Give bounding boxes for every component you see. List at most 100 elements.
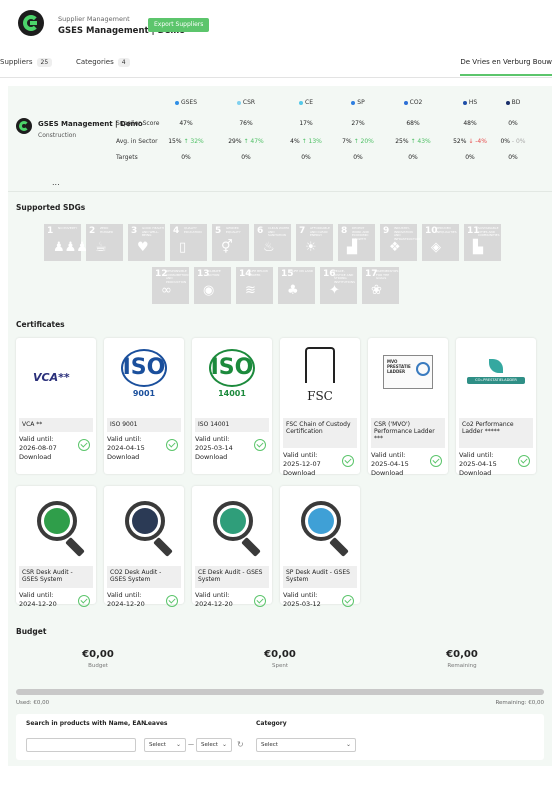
row-label-supplier-score: Supplier Score <box>116 120 160 127</box>
sdg-number: 6 <box>257 226 264 236</box>
verified-check-icon <box>254 595 266 607</box>
more-ellipsis[interactable]: ... <box>52 178 60 187</box>
certificate-name: FSC Chain of Custody Certification <box>283 418 357 448</box>
certificate-card[interactable]: CSR Desk Audit - GSES System Valid until:… <box>16 486 96 608</box>
sdg-tile-10[interactable]: 10 REDUCED INEQUALITIES ◈ <box>422 224 459 261</box>
reset-icon[interactable]: ↻ <box>237 740 244 749</box>
export-suppliers-button[interactable]: Export Suppliers <box>148 18 210 32</box>
certificate-card[interactable]: CO₂-PRESTATIELADDER Co2 Performance Ladde… <box>456 338 536 477</box>
delta-arrow-icon: ↓ <box>466 138 476 145</box>
row-label-targets: Targets <box>116 154 138 161</box>
sdg-number: 1 <box>47 226 54 236</box>
download-link[interactable]: Download <box>371 469 403 478</box>
legend-dot <box>462 100 467 105</box>
valid-until-date: 2024-04-15 <box>107 444 145 452</box>
sdg-tile-13[interactable]: 13 CLIMATE ACTION ◉ <box>194 267 231 304</box>
heartbeat-icon: ♥ <box>137 240 149 255</box>
valid-until-label: Valid until: <box>283 591 318 599</box>
sdg-label: PARTNERSHIPS FOR THE GOALS <box>376 269 399 280</box>
sdg-tile-14[interactable]: 14 LIFE BELOW WATER ≋ <box>236 267 273 304</box>
tab-categories-label: Categories <box>76 58 114 66</box>
sdg-tile-17[interactable]: 17 PARTNERSHIPS FOR THE GOALS ❀ <box>362 267 399 304</box>
supplier-score-cell: 47% <box>179 120 193 127</box>
top-bar: Supplier Management GSES Management | De… <box>0 0 552 44</box>
company-sector: Construction <box>38 132 77 139</box>
sdg-title: Supported SDGs <box>16 203 86 212</box>
avg-value: 15% <box>168 138 182 145</box>
company-logo <box>16 118 32 134</box>
valid-until-label: Valid until: <box>19 435 54 443</box>
certificate-name: CE Desk Audit - GSES System <box>195 566 269 588</box>
verified-check-icon <box>430 455 442 467</box>
leaves-from-select[interactable]: Select ⌄ <box>144 738 186 752</box>
sdg-tile-16[interactable]: 16 PEACE, JUSTICE AND STRONG INSTITUTIONS… <box>320 267 357 304</box>
tab-suppliers[interactable]: Suppliers 25 <box>0 58 53 67</box>
legend-dot <box>351 100 356 105</box>
certificate-card[interactable]: VCA** VCA ** Valid until: 2026-08-07 Downloa… <box>16 338 96 474</box>
sdg-tile-5[interactable]: 5 GENDER EQUALITY ⚥ <box>212 224 249 261</box>
target-cell: 0% <box>181 154 191 161</box>
categories-count-badge: 4 <box>117 58 130 67</box>
tab-categories[interactable]: Categories 4 <box>76 58 130 67</box>
certificate-card[interactable]: ISO 9001 ISO 9001 Valid until: 2024-04-15 Dow… <box>104 338 184 474</box>
verified-check-icon <box>166 439 178 451</box>
sdg-tile-3[interactable]: 3 GOOD HEALTH AND WELL-BEING ♥ <box>128 224 165 261</box>
download-link[interactable]: Download <box>283 469 315 478</box>
equal-icon: ◈ <box>431 240 441 255</box>
audit-seal-ring <box>308 508 334 534</box>
sdg-tile-4[interactable]: 4 QUALITY EDUCATION ▯ <box>170 224 207 261</box>
download-link[interactable]: Download <box>107 453 139 462</box>
certificate-card[interactable]: FSC FSC Chain of Custody Certification Val… <box>280 338 360 477</box>
sdg-tile-6[interactable]: 6 CLEAN WATER AND SANITATION ♨ <box>254 224 291 261</box>
audit-seal-ring <box>132 508 158 534</box>
legend-dot <box>174 100 179 105</box>
search-input[interactable] <box>26 738 136 752</box>
valid-until-date: 2025-03-14 <box>195 444 233 452</box>
category-select[interactable]: Select ⌄ <box>256 738 356 752</box>
certificate-card[interactable]: SP Desk Audit - GSES System Valid until: 2… <box>280 486 360 608</box>
certificate-card[interactable]: ISO 14001 ISO 14001 Valid until: 2025-03-14 D… <box>192 338 272 474</box>
sdg-tile-15[interactable]: 15 LIFE ON LAND ♣ <box>278 267 315 304</box>
spent-value: €0,00 <box>264 649 296 660</box>
column-header-label: CO2 <box>409 99 423 106</box>
audit-seal-ring <box>220 508 246 534</box>
leaves-label: Leaves <box>144 720 168 727</box>
valid-until-date: 2026-08-07 <box>19 444 57 452</box>
co2-audit-logo <box>107 489 181 563</box>
tab-active-supplier[interactable]: De Vries en Verburg Bouw <box>460 58 552 76</box>
certificate-card[interactable]: MVO PRESTATIE LADDER CSR ('MVO') Performa… <box>368 338 448 477</box>
leaves-separator: — <box>188 741 194 748</box>
certificate-name: SP Desk Audit - GSES System <box>283 566 357 588</box>
delta-value: 13% <box>308 138 322 145</box>
gender-icon: ⚥ <box>221 240 233 255</box>
infinity-icon: ∞ <box>161 283 172 298</box>
sdg-tile-9[interactable]: 9 INDUSTRY, INNOVATION AND INFRASTRUCTURE… <box>380 224 421 261</box>
verified-check-icon <box>342 595 354 607</box>
sdg-tile-7[interactable]: 7 AFFORDABLE AND CLEAN ENERGY ☀ <box>296 224 333 261</box>
sdg-tile-11[interactable]: 11 SUSTAINABLE CITIES AND COMMUNITIES ▙ <box>464 224 501 261</box>
sdg-tile-12[interactable]: 12 RESPONSIBLE CONSUMPTION AND PRODUCTION… <box>152 267 189 304</box>
certificate-card[interactable]: CE Desk Audit - GSES System Valid until: 2… <box>192 486 272 608</box>
target-cell: 0% <box>241 154 251 161</box>
budget-value: €0,00 <box>82 649 114 660</box>
remaining-label: Remaining <box>447 663 477 669</box>
column-header-ce: CE <box>281 99 331 106</box>
download-link[interactable]: Download <box>459 469 491 478</box>
magnifier-icon <box>125 501 165 541</box>
leaves-to-select[interactable]: Select ⌄ <box>196 738 232 752</box>
water-icon: ♨ <box>263 240 275 255</box>
download-link[interactable]: Download <box>195 453 227 462</box>
valid-until-label: Valid until: <box>195 591 230 599</box>
sdg-label: SUSTAINABLE CITIES AND COMMUNITIES <box>478 226 500 237</box>
category-value: Select <box>261 742 278 748</box>
sdg-tile-1[interactable]: 1 NO POVERTY ♟♟♟ <box>44 224 88 261</box>
valid-until-label: Valid until: <box>283 451 318 459</box>
certificate-card[interactable]: CO2 Desk Audit - GSES System Valid until:… <box>104 486 184 608</box>
download-link[interactable]: Download <box>19 453 51 462</box>
sdg-label: PEACE, JUSTICE AND STRONG INSTITUTIONS <box>334 269 356 284</box>
co2-logo-text: CO₂-PRESTATIELADDER <box>467 377 525 384</box>
sdg-tile-2[interactable]: 2 ZERO HUNGER ☕ <box>86 224 123 261</box>
sdg-label: DECENT WORK AND ECONOMIC GROWTH <box>352 226 369 241</box>
sdg-tile-8[interactable]: 8 DECENT WORK AND ECONOMIC GROWTH ▟ <box>338 224 375 261</box>
valid-until-date: 2025-03-12 <box>283 600 321 608</box>
